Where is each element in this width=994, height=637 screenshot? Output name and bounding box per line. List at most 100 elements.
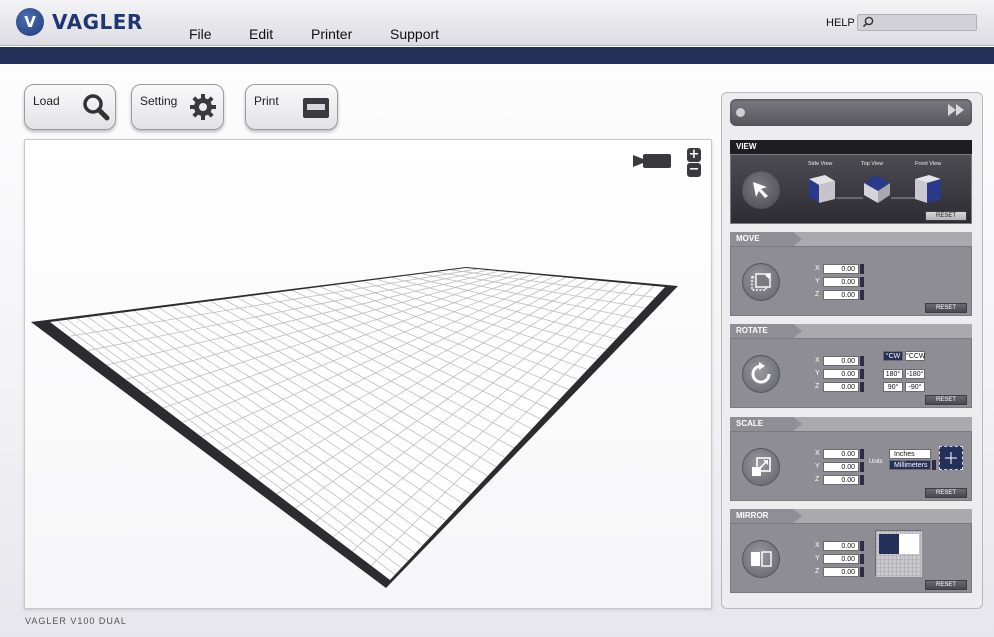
print-button[interactable]: Print bbox=[245, 84, 338, 130]
units-inches-option[interactable]: Inches bbox=[889, 449, 931, 459]
3d-viewport[interactable]: + − bbox=[24, 139, 712, 609]
rotate-y-stepper[interactable] bbox=[860, 368, 864, 379]
print-button-label: Print bbox=[254, 94, 279, 108]
mirror-x-stepper[interactable] bbox=[860, 540, 864, 551]
scale-section-body: X 0.00 Y 0.00 Z 0.00 Units Inches Millim… bbox=[730, 431, 972, 501]
move-x-field[interactable]: 0.00 bbox=[823, 263, 859, 274]
move-section-title: MOVE bbox=[736, 234, 760, 243]
camera-icon[interactable] bbox=[633, 152, 671, 170]
units-label: Units bbox=[869, 459, 883, 465]
rotate-x-stepper[interactable] bbox=[860, 355, 864, 366]
mirror-section-title: MIRROR bbox=[736, 511, 769, 520]
view-section-title: VIEW bbox=[736, 142, 757, 151]
mirror-y-field[interactable]: 0.00 bbox=[823, 553, 859, 564]
view-section: VIEW Side View Top View Front View RESET bbox=[730, 140, 972, 224]
rotate-y-row: Y 0.00 bbox=[815, 368, 864, 379]
units-stepper[interactable] bbox=[932, 460, 936, 470]
move-section-body: X 0.00 Y 0.00 Z 0.00 RESET bbox=[730, 246, 972, 316]
rotate-section: ROTATE X 0.00 Y 0.00 Z 0.00 °CW °CCW 180… bbox=[730, 324, 972, 408]
menu-support[interactable]: Support bbox=[390, 26, 439, 42]
scale-x-row: X 0.00 bbox=[815, 448, 864, 459]
search-icon bbox=[83, 94, 110, 121]
rotate-neg-90-button[interactable]: -90° bbox=[905, 382, 925, 392]
scale-section: SCALE X 0.00 Y 0.00 Z 0.00 Units Inches … bbox=[730, 417, 972, 501]
help-search-input[interactable] bbox=[857, 14, 977, 31]
gear-icon bbox=[190, 94, 216, 120]
mirror-y-stepper[interactable] bbox=[860, 553, 864, 564]
mirror-icon bbox=[751, 551, 772, 567]
build-plate bbox=[31, 267, 678, 588]
front-view-label: Front View bbox=[915, 161, 942, 167]
move-reset-button[interactable]: RESET bbox=[925, 303, 967, 313]
move-icon-button[interactable] bbox=[742, 263, 780, 301]
menu-edit[interactable]: Edit bbox=[249, 26, 273, 42]
rotate-z-stepper[interactable] bbox=[860, 381, 864, 392]
mirror-grid-selector[interactable] bbox=[875, 530, 922, 577]
move-y-stepper[interactable] bbox=[860, 276, 864, 287]
load-button[interactable]: Load bbox=[24, 84, 116, 130]
scale-x-field[interactable]: 0.00 bbox=[823, 448, 859, 459]
scale-y-row: Y 0.00 bbox=[815, 461, 864, 472]
fast-forward-icon[interactable] bbox=[948, 104, 964, 116]
view-reset-button[interactable]: RESET bbox=[925, 211, 967, 221]
side-view-cube[interactable] bbox=[807, 173, 837, 205]
rotate-ccw-button[interactable]: °CCW bbox=[905, 351, 926, 361]
scale-icon bbox=[752, 457, 771, 476]
scale-z-field[interactable]: 0.00 bbox=[823, 474, 859, 485]
mirror-icon-button[interactable] bbox=[742, 540, 780, 578]
help-label: HELP bbox=[826, 17, 855, 29]
view-section-body: Side View Top View Front View RESET bbox=[730, 154, 972, 224]
mirror-z-row: Z 0.00 bbox=[815, 566, 864, 577]
rotate-icon-button[interactable] bbox=[742, 355, 780, 393]
rotate-section-header: ROTATE bbox=[730, 324, 972, 338]
side-view-label: Side View bbox=[808, 161, 833, 167]
brand-name: VAGLER bbox=[52, 10, 143, 34]
rotate-x-label: X bbox=[815, 357, 820, 364]
side-panel: VIEW Side View Top View Front View RESET… bbox=[721, 92, 983, 609]
front-view-cube-icon bbox=[915, 175, 941, 203]
scale-z-row: Z 0.00 bbox=[815, 474, 864, 485]
zoom-out-button[interactable]: − bbox=[687, 163, 701, 177]
move-z-stepper[interactable] bbox=[860, 289, 864, 300]
setting-button[interactable]: Setting bbox=[131, 84, 224, 130]
mirror-reset-button[interactable]: RESET bbox=[925, 580, 967, 590]
scale-x-stepper[interactable] bbox=[860, 448, 864, 459]
move-x-label: X bbox=[815, 265, 820, 272]
rotate-y-field[interactable]: 0.00 bbox=[823, 368, 859, 379]
scale-icon-button[interactable] bbox=[742, 448, 780, 486]
rotate-x-field[interactable]: 0.00 bbox=[823, 355, 859, 366]
zoom-in-button[interactable]: + bbox=[687, 148, 701, 162]
rotate-reset-button[interactable]: RESET bbox=[925, 395, 967, 405]
menu-file[interactable]: File bbox=[189, 26, 212, 42]
units-millimeters-option[interactable]: Millimeters bbox=[889, 460, 931, 470]
rotate-z-field[interactable]: 0.00 bbox=[823, 381, 859, 392]
printer-model-label: VAGLER V100 DUAL bbox=[25, 616, 127, 626]
move-y-label: Y bbox=[815, 278, 820, 285]
move-x-row: X 0.00 bbox=[815, 263, 864, 274]
menu-printer[interactable]: Printer bbox=[311, 26, 352, 42]
move-y-field[interactable]: 0.00 bbox=[823, 276, 859, 287]
mirror-z-label: Z bbox=[815, 568, 820, 575]
mirror-z-field[interactable]: 0.00 bbox=[823, 566, 859, 577]
move-x-stepper[interactable] bbox=[860, 263, 864, 274]
front-view-cube[interactable] bbox=[913, 173, 943, 205]
mirror-z-stepper[interactable] bbox=[860, 566, 864, 577]
rotate-90-button[interactable]: 90° bbox=[883, 382, 903, 392]
scale-reset-button[interactable]: RESET bbox=[925, 488, 967, 498]
mirror-section-header: MIRROR bbox=[730, 509, 972, 523]
scale-section-title: SCALE bbox=[736, 419, 764, 428]
view-section-header: VIEW bbox=[730, 140, 972, 154]
rotate-180-button[interactable]: 180° bbox=[883, 369, 903, 379]
rotate-cw-button[interactable]: °CW bbox=[883, 351, 903, 361]
move-z-field[interactable]: 0.00 bbox=[823, 289, 859, 300]
brand-logo: V VAGLER bbox=[16, 8, 143, 36]
scale-z-stepper[interactable] bbox=[860, 474, 864, 485]
rotate-neg-180-button[interactable]: -180° bbox=[905, 369, 925, 379]
scale-y-field[interactable]: 0.00 bbox=[823, 461, 859, 472]
move-icon bbox=[751, 273, 771, 291]
move-z-label: Z bbox=[815, 291, 820, 298]
top-view-cube[interactable] bbox=[862, 173, 892, 205]
scale-y-stepper[interactable] bbox=[860, 461, 864, 472]
mirror-x-field[interactable]: 0.00 bbox=[823, 540, 859, 551]
scale-uniform-toggle[interactable] bbox=[939, 446, 963, 470]
